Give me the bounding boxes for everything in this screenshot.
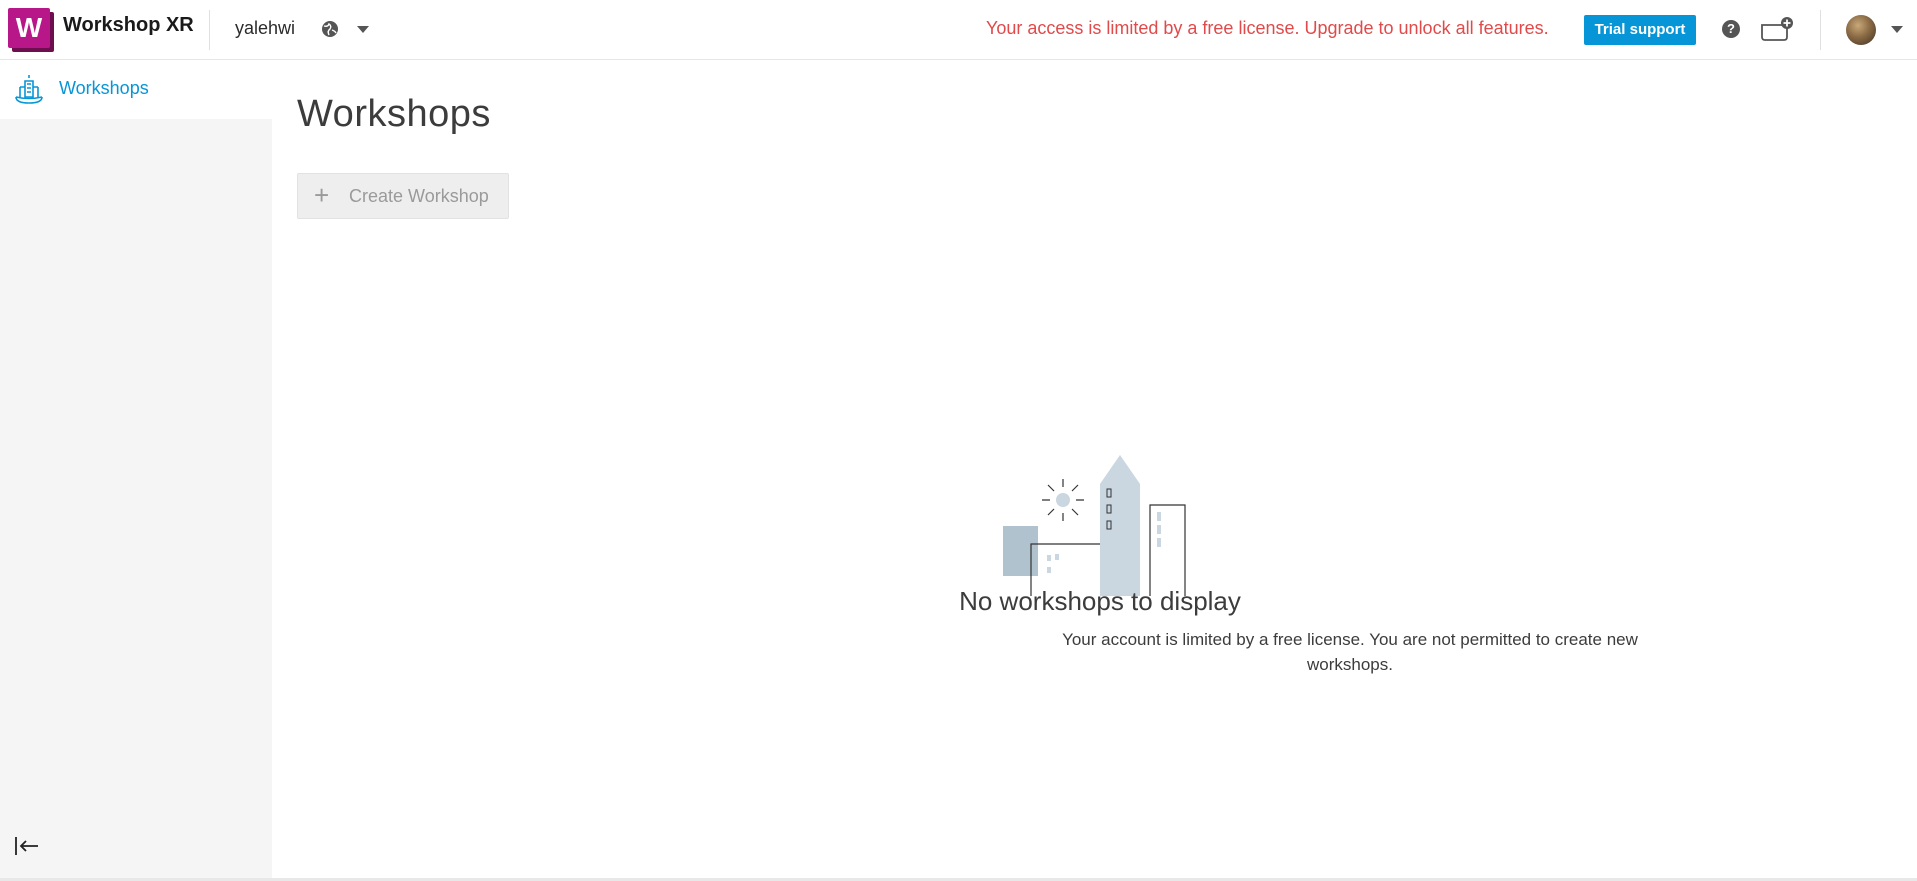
- app-logo-icon[interactable]: W: [8, 8, 54, 52]
- globe-icon[interactable]: [321, 20, 339, 38]
- empty-state-message: Your account is limited by a free licens…: [1062, 630, 1638, 674]
- city-buildings-illustration: [1003, 455, 1186, 596]
- main-content: Workshops + Create Workshop No workshops…: [272, 61, 1917, 878]
- create-workshop-label: Create Workshop: [349, 186, 489, 206]
- workshop-building-icon: [15, 75, 43, 104]
- account-dropdown-chevron-down-icon[interactable]: [357, 26, 369, 33]
- avatar[interactable]: [1846, 15, 1876, 45]
- sidebar: Workshops: [0, 61, 272, 881]
- create-workshop-button[interactable]: + Create Workshop: [297, 173, 509, 219]
- account-name[interactable]: yalehwi: [235, 18, 295, 39]
- license-notice[interactable]: Your access is limited by a free license…: [986, 18, 1549, 39]
- collapse-left-icon[interactable]: [14, 835, 40, 857]
- header-divider-right: [1820, 10, 1821, 50]
- plus-icon: +: [314, 180, 330, 210]
- empty-state-title: No workshops to display: [959, 586, 1241, 616]
- help-icon[interactable]: ?: [1722, 20, 1740, 38]
- logo-letter: W: [8, 8, 50, 48]
- sidebar-item-workshops[interactable]: Workshops: [0, 61, 272, 119]
- top-bar: W Workshop XR yalehwi Your access is lim…: [0, 0, 1917, 60]
- trial-support-button[interactable]: Trial support: [1584, 15, 1696, 45]
- cart-add-icon[interactable]: [1760, 16, 1794, 42]
- app-title[interactable]: Workshop XR: [63, 14, 194, 37]
- sidebar-item-label: Workshops: [59, 78, 149, 98]
- profile-chevron-down-icon[interactable]: [1891, 26, 1903, 33]
- header-divider: [209, 10, 210, 50]
- page-title: Workshops: [297, 93, 491, 135]
